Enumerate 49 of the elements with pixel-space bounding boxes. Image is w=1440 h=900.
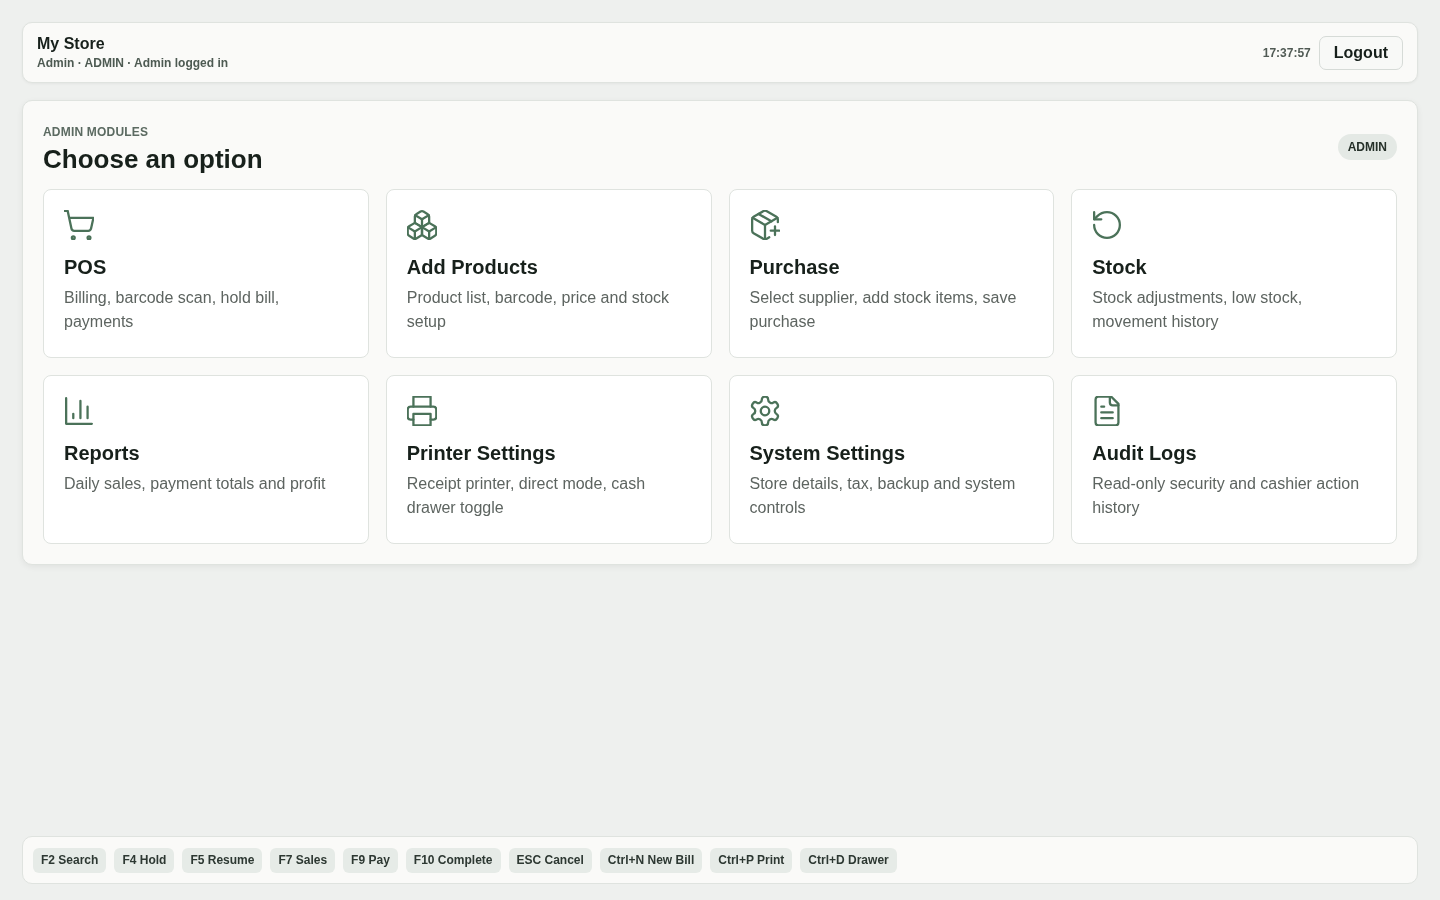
module-card[interactable]: Add Products Product list, barcode, price and stock setup <box>385 189 712 358</box>
cubes-icon <box>406 210 437 240</box>
shortcut-hint: Ctrl+D Drawer <box>800 847 897 873</box>
rotate-arrow-icon <box>1092 210 1123 240</box>
module-title: System Settings <box>749 441 906 466</box>
module-description: Stock adjustments, low stock, movement history <box>1092 288 1304 332</box>
shortcut-hint: Ctrl+N New Bill <box>599 847 703 873</box>
shortcut-hint: F5 Resume <box>182 847 263 873</box>
module-title: Purchase <box>749 255 840 280</box>
module-card[interactable]: POS Billing, barcode scan, hold bill, payments <box>43 189 369 358</box>
module-description: Select supplier, add stock items, save purchase <box>749 288 1018 332</box>
module-description: Daily sales, payment totals and profit <box>64 474 326 494</box>
gear-icon <box>749 396 780 426</box>
bar-chart-icon <box>64 396 94 426</box>
cart-icon <box>64 210 94 240</box>
module-description: Billing, barcode scan, hold bill, payments <box>64 288 281 332</box>
store-name: My Store <box>37 35 106 53</box>
shortcut-hint: ESC Cancel <box>508 847 592 873</box>
module-title: Printer Settings <box>406 441 556 466</box>
shortcut-hint: F9 Pay <box>343 847 398 873</box>
printer-icon <box>406 396 437 426</box>
module-title: POS <box>64 255 107 280</box>
module-card[interactable]: Purchase Select supplier, add stock items, save purchase <box>728 189 1055 358</box>
module-description: Receipt printer, direct mode, cash drawer toggle <box>406 474 647 518</box>
shortcut-hint: F10 Complete <box>405 847 501 873</box>
module-card[interactable]: Stock Stock adjustments, low stock, movement history <box>1071 189 1397 358</box>
module-description: Read-only security and cashier action history <box>1092 474 1361 518</box>
module-card[interactable]: Reports Daily sales, payment totals and profit <box>43 375 369 544</box>
shortcut-hint: F2 Search <box>33 847 107 873</box>
module-card[interactable]: System Settings Store details, tax, backup and system controls <box>728 375 1055 544</box>
shortcut-hint: F4 Hold <box>114 847 175 873</box>
module-description: Product list, barcode, price and stock setup <box>406 288 671 332</box>
role-badge: ADMIN <box>1337 134 1397 160</box>
panel-title: Choose an option <box>43 143 263 175</box>
shortcut-hint: F7 Sales <box>270 847 336 873</box>
module-card[interactable]: Printer Settings Receipt printer, direct mode, cash drawer toggle <box>385 375 712 544</box>
logout-button[interactable]: Logout <box>1318 35 1403 70</box>
clock-time: 17:37:57 <box>1262 45 1311 60</box>
module-title: Add Products <box>406 255 538 280</box>
section-label: ADMIN MODULES <box>43 125 150 139</box>
module-title: Reports <box>64 441 140 466</box>
shortcut-hint: Ctrl+P Print <box>710 847 793 873</box>
user-status: Admin · ADMIN · Admin logged in <box>37 56 229 70</box>
module-card[interactable]: Audit Logs Read-only security and cashier action history <box>1071 375 1397 544</box>
module-description: Store details, tax, backup and system controls <box>749 474 1017 518</box>
module-title: Stock <box>1092 255 1147 280</box>
package-plus-icon <box>749 210 780 240</box>
module-title: Audit Logs <box>1092 441 1197 466</box>
document-icon <box>1092 396 1123 426</box>
